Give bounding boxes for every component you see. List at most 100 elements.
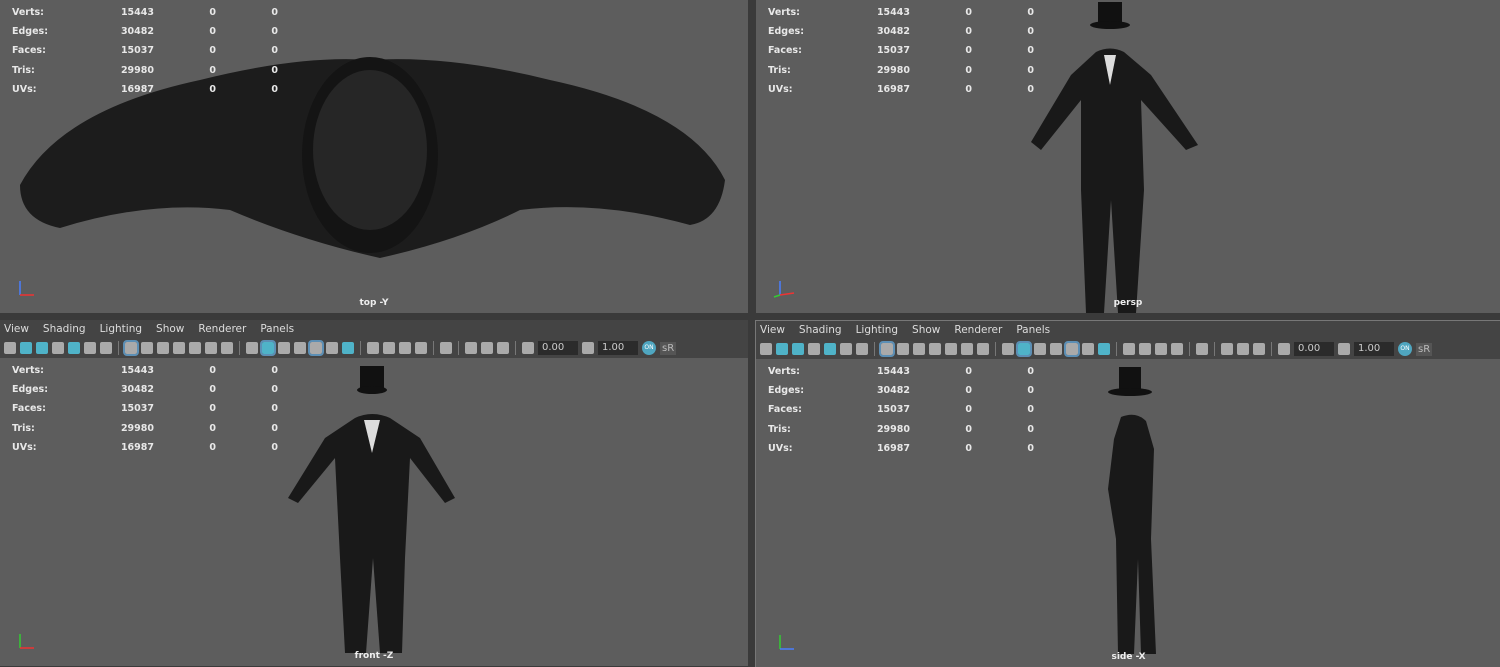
film-gate-icon[interactable] xyxy=(141,342,153,354)
depth-of-field-icon[interactable] xyxy=(1171,343,1183,355)
gamma-field[interactable]: 1.00 xyxy=(598,341,638,355)
wireframe-on-shaded-icon[interactable] xyxy=(1050,343,1062,355)
menu-show[interactable]: Show xyxy=(912,324,940,336)
textured-icon[interactable] xyxy=(1064,341,1080,357)
menu-lighting[interactable]: Lighting xyxy=(856,324,898,336)
gate-mask-icon[interactable] xyxy=(173,342,185,354)
separator xyxy=(239,341,240,355)
motion-blur-icon[interactable] xyxy=(383,342,395,354)
anti-aliasing-icon[interactable] xyxy=(1155,343,1167,355)
color-management-toggle[interactable]: ON xyxy=(642,341,656,355)
field-chart-icon[interactable] xyxy=(945,343,957,355)
gate-mask-icon[interactable] xyxy=(929,343,941,355)
exposure-field[interactable]: 0.00 xyxy=(538,341,578,355)
xray-joints-icon[interactable] xyxy=(497,342,509,354)
film-gate-icon[interactable] xyxy=(897,343,909,355)
hud-value: 16987 xyxy=(876,442,910,454)
default-material-icon[interactable] xyxy=(1034,343,1046,355)
safe-title-icon[interactable] xyxy=(221,342,233,354)
grid-icon[interactable] xyxy=(879,341,895,357)
hud-value: 30482 xyxy=(876,26,910,38)
wireframe-on-shaded-icon[interactable] xyxy=(294,342,306,354)
smooth-shade-icon[interactable] xyxy=(260,340,276,356)
xray-icon[interactable] xyxy=(465,342,477,354)
depth-of-field-icon[interactable] xyxy=(415,342,427,354)
grease-pencil-icon[interactable] xyxy=(856,343,868,355)
hud-value: 0 xyxy=(1027,423,1034,435)
view-transform-button[interactable]: sR xyxy=(660,341,677,355)
menu-lighting[interactable]: Lighting xyxy=(100,323,142,335)
default-material-icon[interactable] xyxy=(278,342,290,354)
exposure-field[interactable]: 0.00 xyxy=(1294,342,1334,356)
lights-icon[interactable] xyxy=(326,342,338,354)
safe-action-icon[interactable] xyxy=(205,342,217,354)
gamma-field[interactable]: 1.00 xyxy=(1354,342,1394,356)
lock-camera-icon[interactable] xyxy=(776,343,788,355)
bookmark-icon[interactable] xyxy=(52,342,64,354)
axis-gizmo-icon xyxy=(779,635,794,650)
separator xyxy=(1214,342,1215,356)
xray-active-icon[interactable] xyxy=(481,342,493,354)
lock-camera-icon[interactable] xyxy=(20,342,32,354)
camera-icon[interactable] xyxy=(760,343,772,355)
separator xyxy=(1271,342,1272,356)
gamma-icon xyxy=(1338,343,1350,355)
image-plane-icon[interactable] xyxy=(824,343,836,355)
ambient-occlusion-icon[interactable] xyxy=(1123,343,1135,355)
isolate-select-icon[interactable] xyxy=(440,342,452,354)
hud-label: Tris: xyxy=(768,423,791,435)
safe-action-icon[interactable] xyxy=(961,343,973,355)
menu-show[interactable]: Show xyxy=(156,323,184,335)
menu-renderer[interactable]: Renderer xyxy=(198,323,246,335)
hud-value: 0 xyxy=(209,64,216,76)
camera-label: side -X xyxy=(1111,652,1146,662)
shadows-icon[interactable] xyxy=(1098,343,1110,355)
hud-value: 0 xyxy=(1027,385,1034,397)
menu-renderer[interactable]: Renderer xyxy=(954,324,1002,336)
hud-value: 0 xyxy=(965,45,972,57)
isolate-select-icon[interactable] xyxy=(1196,343,1208,355)
xray-joints-icon[interactable] xyxy=(1253,343,1265,355)
2d-pan-zoom-icon[interactable] xyxy=(84,342,96,354)
resolution-gate-icon[interactable] xyxy=(157,342,169,354)
menu-shading[interactable]: Shading xyxy=(799,324,842,336)
xray-active-icon[interactable] xyxy=(1237,343,1249,355)
camera-attributes-icon[interactable] xyxy=(36,342,48,354)
wireframe-icon[interactable] xyxy=(246,342,258,354)
viewport-front[interactable]: Verts: 15443 0 0 Edges: 30482 0 0 Faces: 15037 0… xyxy=(0,358,748,666)
menu-panels[interactable]: Panels xyxy=(1016,324,1050,336)
textured-icon[interactable] xyxy=(308,340,324,356)
hud-value: 16987 xyxy=(876,83,910,95)
anti-aliasing-icon[interactable] xyxy=(399,342,411,354)
wireframe-icon[interactable] xyxy=(1002,343,1014,355)
bookmark-icon[interactable] xyxy=(808,343,820,355)
color-management-toggle[interactable]: ON xyxy=(1398,342,1412,356)
view-transform-button[interactable]: sR xyxy=(1416,342,1433,356)
menu-shading[interactable]: Shading xyxy=(43,323,86,335)
grease-pencil-icon[interactable] xyxy=(100,342,112,354)
xray-icon[interactable] xyxy=(1221,343,1233,355)
hud-value: 15037 xyxy=(120,45,154,57)
shadows-icon[interactable] xyxy=(342,342,354,354)
grid-icon[interactable] xyxy=(123,340,139,356)
safe-title-icon[interactable] xyxy=(977,343,989,355)
ambient-occlusion-icon[interactable] xyxy=(367,342,379,354)
camera-attributes-icon[interactable] xyxy=(792,343,804,355)
lights-icon[interactable] xyxy=(1082,343,1094,355)
viewport-persp[interactable]: Verts: 15443 0 0 Edges: 30482 0 0 Faces: 15037 0… xyxy=(756,0,1500,313)
hud-value: 30482 xyxy=(120,26,154,38)
viewport-top[interactable]: Verts: 15443 0 0 Edges: 30482 0 0 Faces: 15037 0… xyxy=(0,0,748,313)
2d-pan-zoom-icon[interactable] xyxy=(840,343,852,355)
camera-icon[interactable] xyxy=(4,342,16,354)
hud-value: 15443 xyxy=(120,365,154,377)
resolution-gate-icon[interactable] xyxy=(913,343,925,355)
motion-blur-icon[interactable] xyxy=(1139,343,1151,355)
field-chart-icon[interactable] xyxy=(189,342,201,354)
menu-panels[interactable]: Panels xyxy=(260,323,294,335)
menu-view[interactable]: View xyxy=(4,323,29,335)
viewport-side[interactable]: Verts: 15443 0 0 Edges: 30482 0 0 Faces: 15037 0… xyxy=(756,359,1500,667)
smooth-shade-icon[interactable] xyxy=(1016,341,1032,357)
hud-label: UVs: xyxy=(768,83,793,95)
image-plane-icon[interactable] xyxy=(68,342,80,354)
menu-view[interactable]: View xyxy=(760,324,785,336)
